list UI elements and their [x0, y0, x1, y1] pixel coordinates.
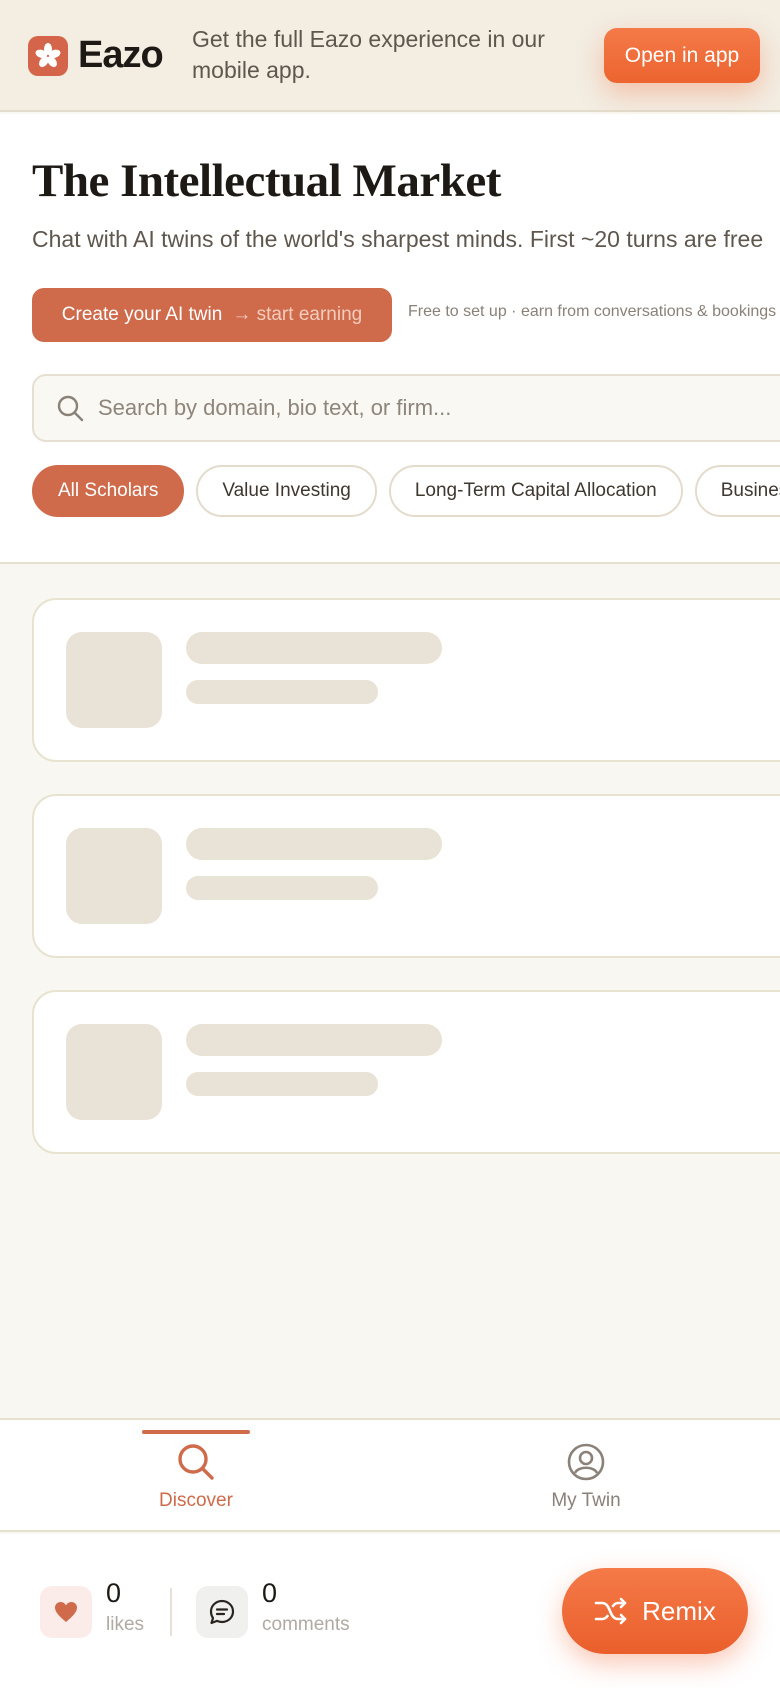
- asterisk-logo-icon: [28, 36, 68, 76]
- comment-icon: [209, 1599, 235, 1625]
- skeleton-thumbnail: [66, 828, 162, 924]
- skeleton-title-line: [186, 1024, 442, 1056]
- comments-count: 0: [262, 1578, 278, 1608]
- page-title: The Intellectual Market: [32, 155, 501, 207]
- setup-note: Free to set up · earn from conversations…: [408, 303, 777, 320]
- comments-label: comments: [262, 1614, 350, 1635]
- filter-chip-all-scholars[interactable]: All Scholars: [32, 465, 185, 517]
- create-ai-twin-button[interactable]: Create your AI twin → start earning: [32, 288, 392, 342]
- remix-button[interactable]: Remix: [562, 1568, 748, 1654]
- like-button[interactable]: [40, 1586, 92, 1638]
- filter-chip-business[interactable]: Business: [694, 465, 780, 517]
- skeleton-thumbnail: [66, 1024, 162, 1120]
- page-subtitle: Chat with AI twins of the world's sharpe…: [32, 226, 764, 252]
- nav-label-my-twin: My Twin: [551, 1490, 621, 1511]
- nav-item-discover[interactable]: Discover: [96, 1420, 296, 1532]
- skeleton-card: [32, 598, 780, 762]
- shuffle-icon: [594, 1597, 627, 1625]
- hero-section: The Intellectual Market Chat with AI twi…: [0, 114, 780, 564]
- search-input[interactable]: [98, 376, 778, 440]
- create-button-label: Create your AI twin: [61, 304, 223, 325]
- skeleton-subtitle-line: [186, 876, 378, 900]
- active-tab-indicator: [142, 1430, 250, 1434]
- search-icon: [178, 1444, 214, 1480]
- banner-message: Get the full Eazo experience in our mobi…: [192, 26, 545, 83]
- skeleton-thumbnail: [66, 632, 162, 728]
- filter-chip-long-term-capital-allocation[interactable]: Long-Term Capital Allocation: [388, 465, 683, 517]
- filter-chips: All Scholars Value Investing Long-Term C…: [32, 465, 780, 517]
- skeleton-title-line: [186, 632, 442, 664]
- brand-name: Eazo: [78, 34, 164, 76]
- likes-count: 0: [106, 1578, 122, 1608]
- app-banner: Eazo Get the full Eazo experience in our…: [0, 0, 780, 112]
- engagement-bar: 0 likes 0 comments Remix: [0, 1534, 780, 1688]
- open-in-app-button[interactable]: Open in app: [604, 28, 760, 83]
- search-bar[interactable]: [32, 374, 780, 442]
- divider: [170, 1588, 172, 1636]
- skeleton-title-line: [186, 828, 442, 860]
- skeleton-subtitle-line: [186, 680, 378, 704]
- remix-label: Remix: [642, 1595, 716, 1626]
- search-icon: [57, 395, 84, 422]
- nav-item-my-twin[interactable]: My Twin: [486, 1420, 686, 1532]
- skeleton-card: [32, 990, 780, 1154]
- comment-button[interactable]: [196, 1586, 248, 1638]
- bottom-nav: Discover My Twin: [0, 1418, 780, 1532]
- user-circle-icon: [567, 1443, 605, 1481]
- skeleton-card: [32, 794, 780, 958]
- heart-icon: [55, 1602, 77, 1622]
- filter-chip-value-investing[interactable]: Value Investing: [196, 465, 377, 517]
- nav-label-discover: Discover: [159, 1490, 233, 1511]
- create-button-sublabel: → start earning: [232, 304, 363, 325]
- likes-label: likes: [106, 1614, 145, 1635]
- skeleton-subtitle-line: [186, 1072, 378, 1096]
